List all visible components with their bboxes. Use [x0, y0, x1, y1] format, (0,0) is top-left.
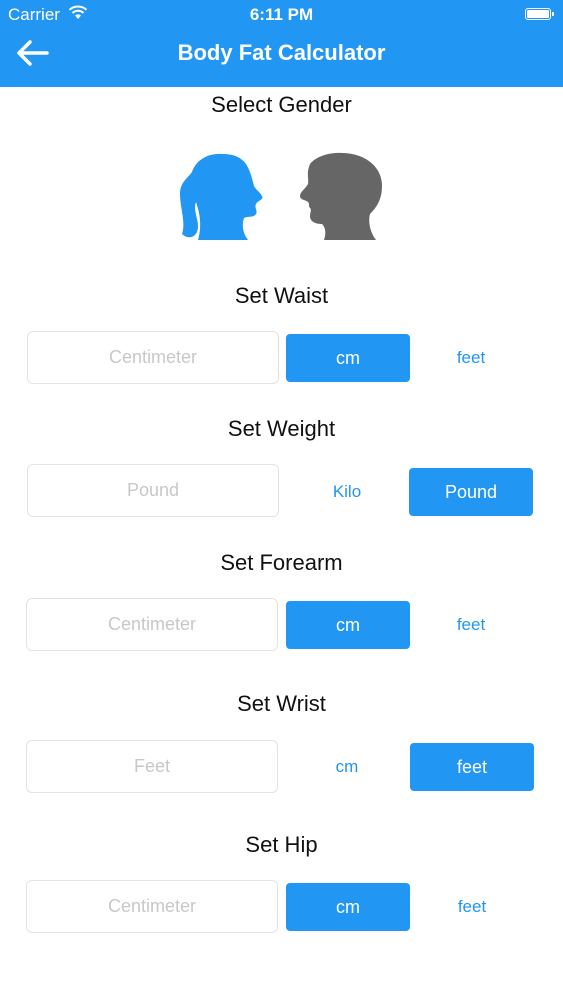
- clock-label: 6:11 PM: [249, 5, 314, 24]
- wrist-feet-button[interactable]: feet: [410, 743, 534, 791]
- forearm-feet-button[interactable]: feet: [409, 601, 533, 649]
- forearm-heading: Set Forearm: [220, 550, 343, 575]
- hip-feet-button[interactable]: feet: [410, 883, 534, 931]
- wrist-heading: Set Wrist: [237, 691, 326, 716]
- status-bar: Carrier 6:11 PM: [0, 0, 563, 30]
- hip-heading: Set Hip: [245, 832, 318, 857]
- wrist-cm-button[interactable]: cm: [285, 743, 409, 791]
- hip-cm-button[interactable]: cm: [286, 883, 410, 931]
- male-head-icon[interactable]: [296, 152, 386, 242]
- weight-heading: Set Weight: [227, 416, 336, 441]
- gender-heading: Select Gender: [211, 92, 352, 117]
- weight-pound-button[interactable]: Pound: [409, 468, 533, 516]
- waist-cm-button[interactable]: cm: [286, 334, 410, 382]
- weight-kilo-button[interactable]: Kilo: [285, 468, 409, 516]
- wrist-input[interactable]: [26, 740, 278, 793]
- forearm-cm-button[interactable]: cm: [286, 601, 410, 649]
- weight-input[interactable]: [27, 464, 279, 517]
- page-title: Body Fat Calculator: [177, 40, 386, 65]
- waist-input[interactable]: [27, 331, 279, 384]
- female-head-icon[interactable]: [178, 152, 268, 242]
- nav-bar: Carrier 6:11 PM Body Fat Calculator: [0, 0, 563, 87]
- waist-feet-button[interactable]: feet: [409, 334, 533, 382]
- forearm-input[interactable]: [26, 598, 278, 651]
- waist-heading: Set Waist: [234, 283, 329, 308]
- hip-input[interactable]: [26, 880, 278, 933]
- battery-icon: [525, 8, 554, 20]
